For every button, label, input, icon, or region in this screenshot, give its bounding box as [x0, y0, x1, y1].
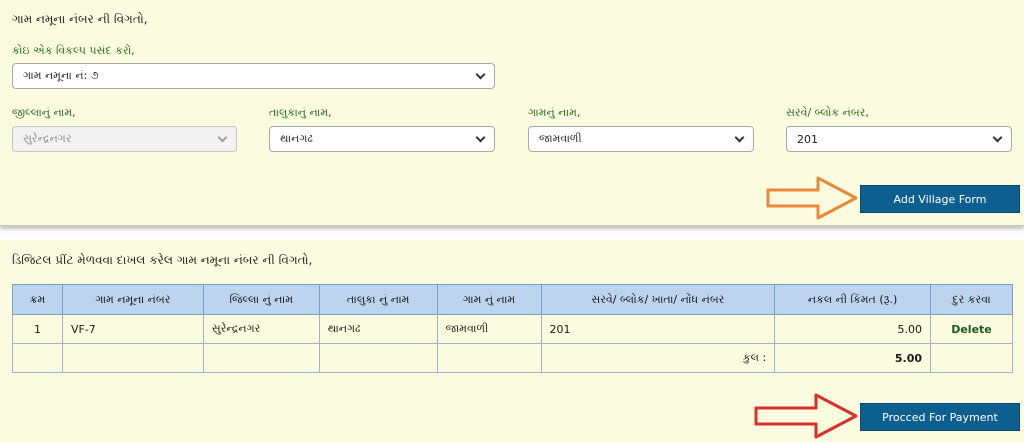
total-label: કુલ :: [540, 343, 776, 373]
empty-cell: [61, 343, 204, 373]
column-header: ગામ નું નામ: [436, 284, 542, 315]
form-type-select[interactable]: ગામ નમૂના નં: ૭: [12, 63, 495, 89]
empty-cell: [436, 343, 542, 373]
column-header: સરવે/ બ્લોક/ ખાતા/ નોંધ નંબર: [540, 284, 776, 315]
red-arrow-icon: [754, 393, 858, 439]
row-form-number: VF-7: [61, 314, 204, 344]
total-value: 5.00: [774, 343, 931, 373]
chevron-down-icon: [734, 132, 745, 142]
add-village-form-button[interactable]: Add Village Form: [860, 185, 1020, 213]
row-district: સુરેન્દ્રનગર: [202, 314, 320, 344]
taluka-value: થાનગઢ: [280, 132, 313, 145]
column-header: ક્રમ: [12, 284, 63, 315]
column-header: તાલુકા નું નામ: [318, 284, 438, 315]
column-header: ગામ નમૂના નંબર: [61, 284, 204, 315]
column-header: નકલ ની કિંમત (રૂ.): [774, 284, 931, 315]
delete-link[interactable]: Delete: [951, 323, 992, 336]
taluka-select[interactable]: થાનગઢ: [269, 126, 495, 152]
column-header: દુર કરવા: [930, 284, 1013, 315]
district-value: સુરેન્દ્રનગર: [23, 132, 72, 145]
survey-value: 201: [797, 132, 818, 146]
chevron-down-icon: [992, 132, 1003, 142]
forms-table: ક્રમ ગામ નમૂના નંબર જિલ્લા નું નામ તાલુક…: [12, 284, 1013, 373]
proceed-payment-button[interactable]: Procced For Payment: [860, 403, 1020, 431]
survey-label: સરવે/ બ્લોક નંબર,: [786, 106, 869, 119]
row-taluka: થાનગઢ: [318, 314, 438, 344]
empty-cell: [930, 343, 1013, 373]
added-forms-panel: ડિજિટલ પ્રીંટ મેળવવા દાખલ કરેલ ગામ નમૂના…: [0, 240, 1024, 443]
table-total-row: કુલ : 5.00: [12, 343, 1013, 373]
column-header: જિલ્લા નું નામ: [202, 284, 320, 315]
orange-arrow-icon: [766, 176, 858, 220]
table-header-row: ક્રમ ગામ નમૂના નંબર જિલ્લા નું નામ તાલુક…: [12, 284, 1013, 315]
row-price: 5.00: [774, 314, 931, 344]
option-label: કોઇ એક વિકલ્પ પસંદ કરો,: [12, 44, 135, 57]
district-select[interactable]: સુરેન્દ્રનગર: [12, 126, 237, 152]
form-heading: ગામ નમૂના નંબર ની વિગતો,: [12, 12, 148, 26]
village-select[interactable]: જામવાળી: [528, 126, 754, 152]
list-heading: ડિજિટલ પ્રીંટ મેળવવા દાખલ કરેલ ગામ નમૂના…: [12, 253, 313, 267]
row-survey-number: 201: [540, 314, 776, 344]
row-sr-no: 1: [12, 314, 63, 344]
chevron-down-icon: [475, 132, 486, 142]
empty-cell: [12, 343, 63, 373]
district-label: જીલ્લાનું નામ,: [12, 106, 76, 119]
village-label: ગામનું નામ,: [528, 106, 581, 119]
chevron-down-icon: [475, 69, 486, 79]
row-village: જામવાળી: [436, 314, 542, 344]
table-row: 1 VF-7 સુરેન્દ્રનગર થાનગઢ જામવાળી 201 5.…: [12, 314, 1013, 344]
chevron-down-icon: [217, 132, 228, 142]
form-type-value: ગામ નમૂના નં: ૭: [23, 69, 99, 82]
empty-cell: [318, 343, 438, 373]
village-value: જામવાળી: [539, 132, 582, 145]
taluka-label: તાલુકાનું નામ,: [269, 106, 332, 119]
row-delete-cell: Delete: [930, 314, 1013, 344]
empty-cell: [202, 343, 320, 373]
survey-select[interactable]: 201: [786, 126, 1012, 152]
village-form-panel: ગામ નમૂના નંબર ની વિગતો, કોઇ એક વિકલ્પ પ…: [0, 0, 1024, 226]
